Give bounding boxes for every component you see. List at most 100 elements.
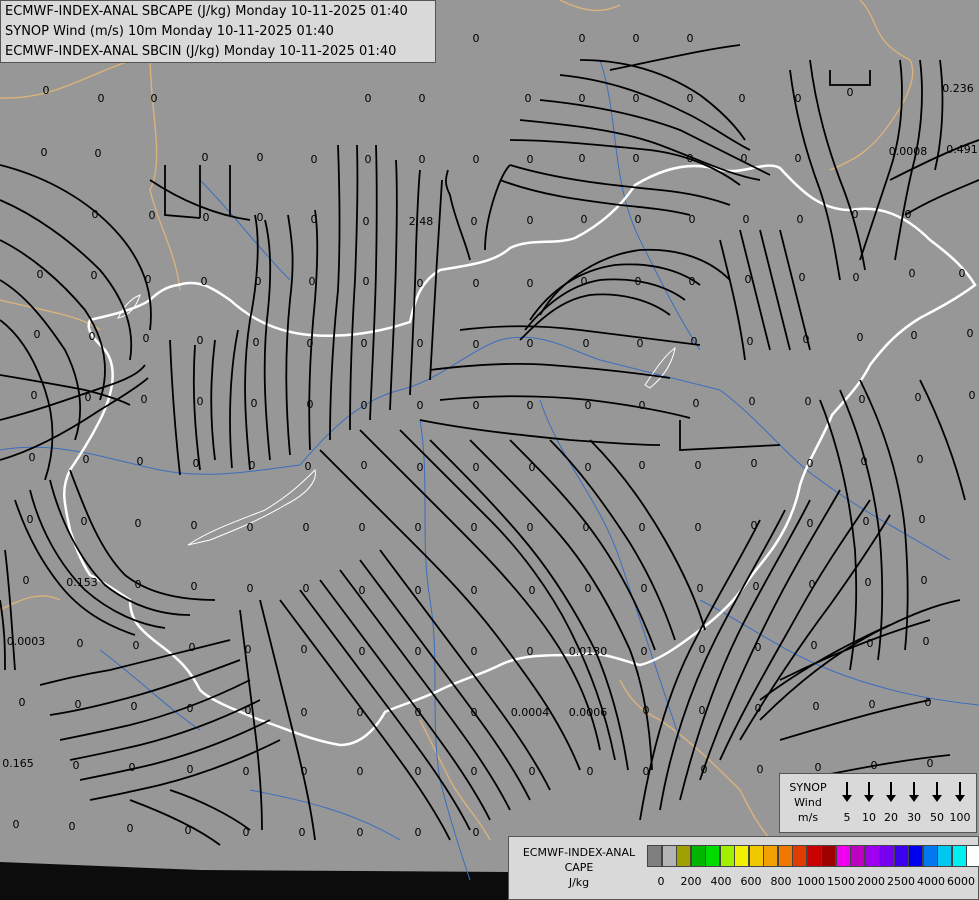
- field-value-label: 0: [191, 519, 198, 532]
- field-value-label: 0: [193, 457, 200, 470]
- field-value-label: 0: [303, 521, 310, 534]
- field-value-label: 0: [251, 397, 258, 410]
- field-value-label: 0: [91, 269, 98, 282]
- field-value-label: 0: [473, 461, 480, 474]
- field-value-label: 0: [911, 329, 918, 342]
- cape-legend-label-line: J/kg: [568, 876, 590, 889]
- field-value-label: 0: [751, 457, 758, 470]
- field-value-label: 0: [525, 92, 532, 105]
- field-value-label: 0: [257, 151, 264, 164]
- field-value-label: 0: [473, 153, 480, 166]
- field-value-label: 0: [527, 399, 534, 412]
- field-value-label: 0: [247, 582, 254, 595]
- field-value-label: 0: [757, 763, 764, 776]
- field-value-label: 0: [689, 275, 696, 288]
- field-value-label: 0: [151, 92, 158, 105]
- field-value-label: 0: [13, 818, 20, 831]
- field-value-label: 0: [299, 826, 306, 839]
- field-value-label: 0: [857, 331, 864, 344]
- field-value-label: 0: [643, 765, 650, 778]
- field-value-label: 0: [43, 84, 50, 97]
- wind-legend-label-line: m/s: [797, 811, 819, 824]
- field-value-label: 0: [639, 459, 646, 472]
- cape-color-swatch: [908, 845, 923, 867]
- field-value-label: 0: [699, 704, 706, 717]
- field-value-label: 0: [852, 208, 859, 221]
- field-value-label: 0: [583, 521, 590, 534]
- field-value-label: 0: [643, 704, 650, 717]
- field-value-label: 0: [361, 459, 368, 472]
- field-value-label: 0: [41, 146, 48, 159]
- field-value-label: 0: [753, 580, 760, 593]
- wind-legend: SYNOP Wind m/s 5 10 20 30 50 100: [779, 773, 977, 833]
- wind-arrow-icon: [842, 782, 852, 802]
- field-value-label: 0: [527, 645, 534, 658]
- field-value-label: 0: [185, 824, 192, 837]
- field-value-label: 0: [187, 702, 194, 715]
- cape-scale-value: 2500: [887, 875, 915, 888]
- field-value-label: 0: [92, 208, 99, 221]
- field-value-label: 0: [697, 582, 704, 595]
- field-value-label: 0: [741, 152, 748, 165]
- field-value-label: 0: [98, 92, 105, 105]
- cape-color-swatch: [777, 845, 793, 867]
- field-value-label: 0: [363, 215, 370, 228]
- field-value-label: 0: [529, 584, 536, 597]
- cape-scale-value: 600: [740, 875, 762, 888]
- wind-legend-label: SYNOP Wind m/s: [784, 780, 832, 825]
- field-value-label: 0: [527, 277, 534, 290]
- field-value-label: 0: [473, 399, 480, 412]
- field-value-label: 0: [137, 455, 144, 468]
- field-value-label: 0: [633, 92, 640, 105]
- field-value-label: 0: [197, 334, 204, 347]
- field-value-label: 2.48: [409, 215, 434, 228]
- field-value-label: 0: [201, 275, 208, 288]
- field-value-label: 0: [243, 826, 250, 839]
- field-value-label: 0: [473, 277, 480, 290]
- field-value-label: 0: [301, 643, 308, 656]
- field-value-label: 0: [303, 582, 310, 595]
- field-value-label: 0.236: [942, 82, 974, 95]
- field-value-label: 0: [915, 391, 922, 404]
- field-value-label: 0: [245, 704, 252, 717]
- field-value-label: 0: [69, 820, 76, 833]
- field-value-label: 0: [637, 337, 644, 350]
- field-value-label: 0: [959, 267, 966, 280]
- field-value-label: 0: [529, 765, 536, 778]
- wind-legend-label-line: Wind: [794, 796, 822, 809]
- field-value-label: 0: [811, 639, 818, 652]
- field-value-label: 0: [187, 763, 194, 776]
- cape-color-swatch: [937, 845, 952, 867]
- field-value-label: 0: [471, 215, 478, 228]
- field-value-label: 0: [23, 574, 30, 587]
- field-value-label: 0: [695, 459, 702, 472]
- field-value-label: 0: [689, 213, 696, 226]
- field-value-label: 0: [29, 451, 36, 464]
- field-value-label: 0: [871, 759, 878, 772]
- field-value-label: 0: [37, 268, 44, 281]
- field-value-label: 0: [129, 761, 136, 774]
- field-value-label: 0: [529, 461, 536, 474]
- field-value-label: 0: [919, 513, 926, 526]
- field-value-label: 0: [749, 395, 756, 408]
- field-value-label: 0: [417, 461, 424, 474]
- wind-legend-value: 10: [862, 811, 876, 824]
- field-value-label: 0: [415, 765, 422, 778]
- field-value-label: 0: [202, 151, 209, 164]
- wind-arrow-icon: [932, 782, 942, 802]
- field-value-label: 0: [635, 275, 642, 288]
- field-value-label: 0: [31, 389, 38, 402]
- cape-color-swatch: [676, 845, 691, 867]
- field-value-label: 0: [641, 582, 648, 595]
- field-value-label: 0: [191, 580, 198, 593]
- field-value-label: 0: [579, 152, 586, 165]
- field-value-label: 0.0006: [569, 706, 608, 719]
- field-value-label: 0: [83, 453, 90, 466]
- field-value-label: 0: [923, 635, 930, 648]
- field-value-label: 0: [253, 336, 260, 349]
- field-value-label: 0: [859, 393, 866, 406]
- field-value-label: 0: [795, 92, 802, 105]
- field-value-label: 0: [143, 332, 150, 345]
- field-value-label: 0: [687, 32, 694, 45]
- field-value-label: 0: [365, 153, 372, 166]
